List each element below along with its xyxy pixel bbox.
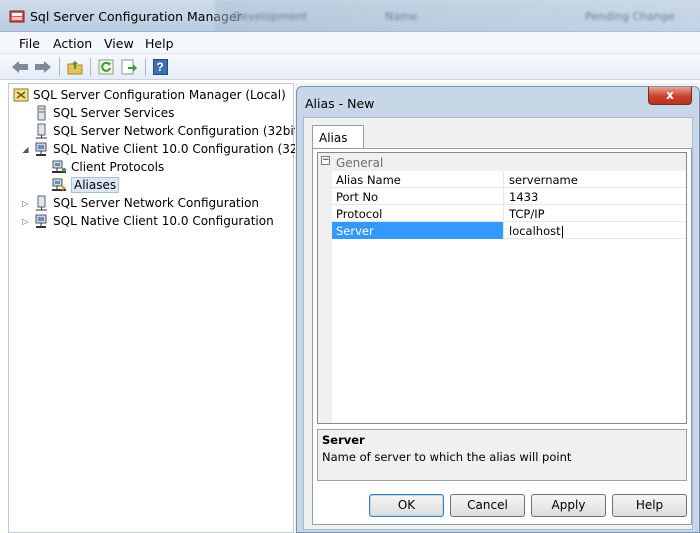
back-icon[interactable]	[11, 58, 29, 76]
tree-root[interactable]: SQL Server Configuration Manager (Local)	[13, 86, 286, 104]
background-window: Development Name Pending Change	[215, 0, 700, 32]
tree-item-network-config-32bit[interactable]: SQL Server Network Configuration (32bit)	[33, 122, 303, 140]
port-no-field[interactable]: 1433	[507, 188, 685, 205]
tree-item-sql-server-services[interactable]: SQL Server Services	[33, 104, 174, 122]
config-manager-icon	[13, 88, 29, 102]
tree-item-label: Aliases	[71, 177, 120, 193]
tree-item-label: SQL Server Network Configuration	[53, 196, 260, 210]
description-text: Name of server to which the alias will p…	[322, 450, 572, 464]
title-bar: Sql Server Configuration Manager Develop…	[0, 0, 700, 32]
aliases-icon	[52, 178, 66, 191]
collapse-toggle-icon[interactable]: −	[321, 156, 330, 165]
blurred-text: Development	[233, 10, 308, 23]
dialog-title-bar[interactable]: Alias - New x	[297, 87, 699, 117]
property-grid: − General Alias Name servername Port No …	[317, 152, 687, 424]
tree-root-label: SQL Server Configuration Manager (Local)	[33, 88, 286, 102]
apply-button[interactable]: Apply	[531, 494, 606, 517]
expand-arrow-icon[interactable]: ▷	[21, 217, 30, 226]
menu-help[interactable]: Help	[145, 36, 174, 51]
property-name: Server	[332, 222, 504, 239]
menu-action[interactable]: Action	[53, 36, 92, 51]
alias-name-field[interactable]: servername	[507, 171, 685, 188]
property-name: Port No	[332, 188, 504, 205]
window-title: Sql Server Configuration Manager	[30, 9, 242, 24]
property-name: Protocol	[332, 205, 504, 222]
blurred-text: Pending Change	[585, 10, 675, 23]
tree-item-label: Client Protocols	[71, 160, 165, 174]
tree-item-network-config[interactable]: ▷ SQL Server Network Configuration	[21, 194, 259, 212]
property-row[interactable]: Alias Name servername	[332, 171, 686, 188]
category-general[interactable]: − General	[318, 153, 686, 171]
up-folder-icon[interactable]	[66, 58, 84, 76]
help-icon[interactable]: ?	[151, 58, 169, 76]
tree-item-label: SQL Server Network Configuration (32bit)	[53, 124, 304, 138]
tree-item-label: SQL Server Services	[53, 106, 175, 120]
ok-button[interactable]: OK	[369, 494, 444, 517]
tree-pane: SQL Server Configuration Manager (Local)…	[8, 83, 318, 533]
alias-new-dialog: Alias - New x Alias − General Alias Name…	[296, 86, 700, 533]
text-caret	[561, 225, 563, 238]
tree-item-native-client-32bit[interactable]: ◢ SQL Native Client 10.0 Configuration (…	[21, 140, 318, 158]
menu-view[interactable]: View	[104, 36, 134, 51]
server-services-icon	[37, 105, 46, 121]
toolbar-separator	[90, 58, 91, 76]
tree-item-label: SQL Native Client 10.0 Configuration	[53, 214, 274, 228]
native-client-icon	[35, 142, 47, 156]
expand-arrow-icon[interactable]: ▷	[21, 199, 30, 208]
close-button[interactable]: x	[648, 87, 692, 105]
grid-gutter	[318, 171, 332, 423]
tree-item-native-client[interactable]: ▷ SQL Native Client 10.0 Configuration	[21, 212, 274, 230]
toolbar-separator	[59, 58, 60, 76]
collapse-arrow-icon[interactable]: ◢	[21, 145, 30, 154]
tab-panel: − General Alias Name servername Port No …	[312, 148, 692, 525]
server-field-value: localhost	[509, 224, 561, 238]
toolbar-separator	[145, 58, 146, 76]
cancel-button[interactable]: Cancel	[450, 494, 525, 517]
property-name: Alias Name	[332, 171, 504, 188]
tree-item-aliases[interactable]: Aliases	[51, 176, 120, 194]
property-row[interactable]: Port No 1433	[332, 188, 686, 205]
native-client-icon	[35, 214, 47, 228]
network-config-icon	[36, 195, 47, 211]
protocol-field[interactable]: TCP/IP	[507, 205, 685, 222]
server-field[interactable]: localhost	[507, 222, 685, 239]
forward-icon[interactable]	[34, 58, 52, 76]
menu-file[interactable]: File	[19, 36, 40, 51]
property-row-selected[interactable]: Server localhost	[332, 222, 686, 239]
category-label: General	[336, 156, 384, 170]
refresh-icon[interactable]	[97, 58, 115, 76]
tree-item-label: SQL Native Client 10.0 Configuration (32…	[53, 142, 318, 156]
config-manager-icon	[9, 10, 25, 23]
help-button[interactable]: Help	[612, 494, 687, 517]
blurred-text: Name	[385, 10, 418, 23]
tab-alias[interactable]: Alias	[312, 125, 364, 149]
dialog-title: Alias - New	[305, 96, 375, 111]
client-protocols-icon	[52, 160, 66, 173]
tree-item-client-protocols[interactable]: Client Protocols	[51, 158, 164, 176]
description-title: Server	[322, 433, 365, 447]
toolbar: ?	[0, 54, 700, 80]
network-config-icon	[36, 123, 47, 139]
menu-bar: File Action View Help	[0, 32, 700, 54]
property-row[interactable]: Protocol TCP/IP	[332, 205, 686, 222]
description-panel: Server Name of server to which the alias…	[317, 429, 687, 481]
export-icon[interactable]	[120, 58, 138, 76]
dialog-body: Alias − General Alias Name servername Po…	[303, 117, 693, 530]
